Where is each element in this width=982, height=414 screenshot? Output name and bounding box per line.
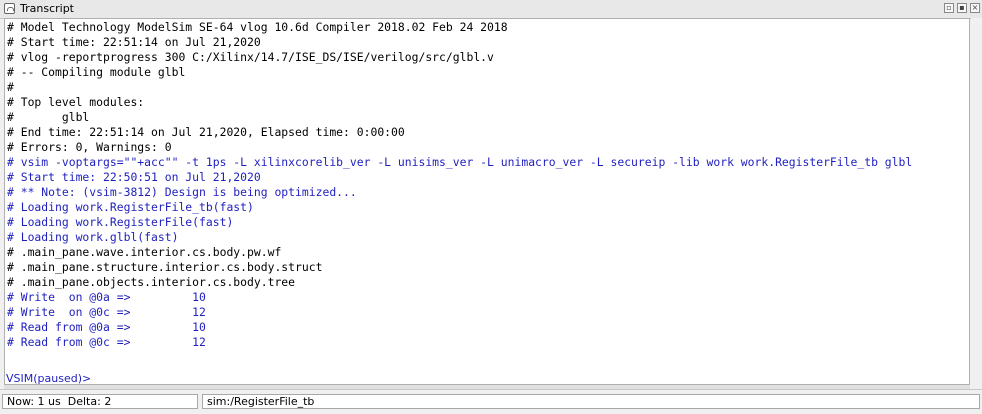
close-button[interactable]: ×: [970, 3, 980, 13]
transcript-line: # Top level modules:: [7, 95, 145, 109]
dock-button[interactable]: ▫: [944, 3, 954, 13]
transcript-line: # glbl: [7, 110, 90, 124]
undock-button[interactable]: ▪: [957, 3, 967, 13]
transcript-line: # Read from @0a => 10: [7, 320, 206, 334]
status-time: Now: 1 us Delta: 2: [2, 394, 198, 409]
transcript-line: # Start time: 22:51:14 on Jul 21,2020: [7, 35, 261, 49]
transcript-line: # Write on @0a => 10: [7, 290, 206, 304]
status-bar: Now: 1 us Delta: 2 sim:/RegisterFile_tb: [0, 389, 982, 414]
transcript-line: # Loading work.RegisterFile_tb(fast): [7, 200, 254, 214]
transcript-line: # vsim -voptargs=""+acc"" -t 1ps -L xili…: [7, 155, 913, 169]
transcript-lines: # Model Technology ModelSim SE-64 vlog 1…: [5, 19, 912, 350]
transcript-title-bar: Transcript ▫ ▪ ×: [0, 0, 982, 19]
status-context-text: sim:/RegisterFile_tb: [207, 395, 315, 408]
transcript-line: # Write on @0c => 12: [7, 305, 206, 319]
transcript-line: # Read from @0c => 12: [7, 335, 206, 349]
transcript-line: # vlog -reportprogress 300 C:/Xilinx/14.…: [7, 50, 494, 64]
transcript-line: # Model Technology ModelSim SE-64 vlog 1…: [7, 20, 508, 34]
transcript-line: # Loading work.glbl(fast): [7, 230, 179, 244]
transcript-console[interactable]: # Model Technology ModelSim SE-64 vlog 1…: [4, 18, 970, 385]
window-controls: ▫ ▪ ×: [944, 3, 980, 13]
transcript-line: #: [7, 80, 14, 94]
status-now: Now: 1 us: [7, 395, 61, 408]
transcript-line: # End time: 22:51:14 on Jul 21,2020, Ela…: [7, 125, 405, 139]
transcript-line: # ** Note: (vsim-3812) Design is being o…: [7, 185, 357, 199]
transcript-line: # -- Compiling module glbl: [7, 65, 186, 79]
window-title: Transcript: [20, 2, 74, 15]
vsim-prompt[interactable]: VSIM(paused)>: [6, 372, 91, 384]
vertical-scrollbar[interactable]: [971, 18, 982, 385]
status-context: sim:/RegisterFile_tb: [202, 394, 980, 409]
status-delta: Delta: 2: [67, 395, 112, 408]
transcript-line: # .main_pane.structure.interior.cs.body.…: [7, 260, 323, 274]
transcript-line: # Start time: 22:50:51 on Jul 21,2020: [7, 170, 261, 184]
transcript-line: # .main_pane.objects.interior.cs.body.tr…: [7, 275, 296, 289]
transcript-line: # Errors: 0, Warnings: 0: [7, 140, 172, 154]
transcript-window-icon: [4, 3, 15, 14]
transcript-line: # Loading work.RegisterFile(fast): [7, 215, 234, 229]
transcript-line: # .main_pane.wave.interior.cs.body.pw.wf: [7, 245, 282, 259]
